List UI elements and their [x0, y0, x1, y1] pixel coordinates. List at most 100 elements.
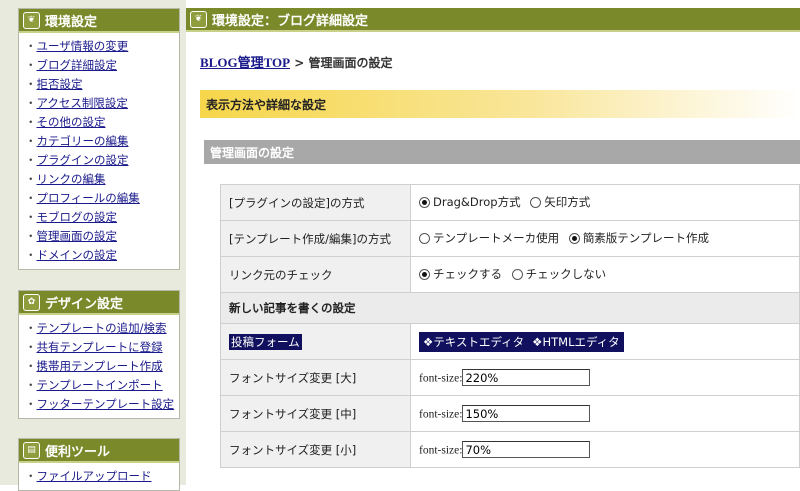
table-row: フォントサイズ変更 [大] font-size: [220, 359, 800, 396]
link-mobile-template[interactable]: 携帯用テンプレート作成 [37, 359, 163, 373]
tools-header: ▤ 便利ツール [19, 439, 179, 463]
section-title: 表示方法や詳細な設定 [200, 90, 800, 118]
text-editor-button[interactable]: ❖テキストエディタ [423, 334, 524, 350]
link-category[interactable]: カテゴリーの編集 [37, 134, 129, 148]
subsection-title: 管理画面の設定 [204, 140, 800, 164]
list-item: フッターテンプレート設定 [25, 395, 179, 414]
link-admin-screen[interactable]: 管理画面の設定 [37, 229, 118, 243]
link-plugin[interactable]: プラグインの設定 [37, 153, 129, 167]
row-label-font-small: フォントサイズ変更 [小] [220, 431, 411, 468]
row-value-template-method: テンプレートメーカ使用 簡素版テンプレート作成 [410, 220, 800, 257]
tools-box: ▤ 便利ツール ファイルアップロード [18, 438, 180, 491]
font-size-prefix: font-size: [419, 444, 463, 457]
list-item: 管理画面の設定 [25, 227, 179, 246]
page-title: 環境設定：ブログ詳細設定 [212, 13, 369, 29]
breadcrumb-separator: > [290, 56, 309, 70]
row-label-font-large: フォントサイズ変更 [大] [220, 359, 411, 396]
sidebar: ❦ 環境設定 ユーザ情報の変更 ブログ詳細設定 拒否設定 アクセス制限設定 その… [0, 0, 186, 491]
list-item: 共有テンプレートに登録 [25, 338, 179, 357]
list-item: モブログの設定 [25, 208, 179, 227]
row-label-plugin-method: [プラグインの設定]の方式 [220, 184, 411, 221]
text-editor-label: テキストエディタ [433, 334, 525, 349]
table-row: フォントサイズ変更 [小] font-size: [220, 431, 800, 468]
row-value-font-large: font-size: [410, 359, 800, 396]
design-settings-box: ✿ デザイン設定 テンプレートの追加/検索 共有テンプレートに登録 携帯用テンプ… [18, 290, 180, 419]
tools-list: ファイルアップロード [19, 463, 179, 490]
table-row: 投稿フォーム ❖テキストエディタ ❖HTMLエディタ [220, 323, 800, 360]
link-deny[interactable]: 拒否設定 [37, 77, 83, 91]
font-size-small-input[interactable] [462, 441, 591, 458]
row-value-font-medium: font-size: [410, 395, 800, 432]
html-editor-button[interactable]: ❖HTMLエディタ [532, 334, 620, 350]
radio-check-on[interactable]: チェックする [419, 266, 502, 282]
row-value-referrer-check: チェックする チェックしない [410, 256, 800, 293]
leaf-icon: ❦ [23, 11, 40, 29]
link-links[interactable]: リンクの編集 [37, 172, 106, 186]
link-shared-template[interactable]: 共有テンプレートに登録 [37, 340, 163, 354]
table-row: [プラグインの設定]の方式 Drag&Drop方式 矢印方式 [220, 184, 800, 221]
palette-icon: ✿ [23, 293, 40, 311]
radio-dot[interactable] [419, 268, 430, 280]
list-item: プラグインの設定 [25, 151, 179, 170]
link-other[interactable]: その他の設定 [37, 115, 106, 129]
tools-title: 便利ツール [45, 444, 111, 460]
list-item: アクセス制限設定 [25, 94, 179, 113]
link-template-import[interactable]: テンプレートインポート [37, 378, 163, 392]
radio-label: 矢印方式 [544, 195, 591, 210]
row-value-post-form: ❖テキストエディタ ❖HTMLエディタ [410, 323, 800, 360]
link-file-upload[interactable]: ファイルアップロード [37, 469, 152, 483]
link-user-info[interactable]: ユーザ情報の変更 [37, 39, 129, 53]
list-item: ファイルアップロード [25, 467, 179, 486]
link-access-limit[interactable]: アクセス制限設定 [37, 96, 128, 110]
radio-label: テンプレートメーカ使用 [433, 231, 560, 246]
list-item: リンクの編集 [25, 170, 179, 189]
breadcrumb: BLOG管理TOP > 管理画面の設定 [200, 52, 393, 71]
radio-label: Drag&Drop方式 [433, 195, 521, 210]
link-footer-template[interactable]: フッターテンプレート設定 [37, 397, 175, 411]
radio-arrow[interactable]: 矢印方式 [530, 194, 590, 210]
radio-label: 簡素版テンプレート作成 [582, 231, 709, 246]
link-template-add[interactable]: テンプレートの追加/検索 [37, 321, 167, 335]
radio-dot[interactable] [511, 268, 523, 280]
main-header: ❦ 環境設定：ブログ詳細設定 [186, 8, 800, 32]
link-blog-detail[interactable]: ブログ詳細設定 [37, 58, 118, 72]
radio-dot[interactable] [568, 232, 580, 244]
table-row: リンク元のチェック チェックする チェックしない [220, 256, 800, 293]
new-post-heading: 新しい記事を書くの設定 [220, 292, 800, 324]
radio-dot[interactable] [419, 232, 430, 244]
link-profile[interactable]: プロフィールの編集 [37, 191, 140, 205]
env-settings-list: ユーザ情報の変更 ブログ詳細設定 拒否設定 アクセス制限設定 その他の設定 カテ… [19, 33, 179, 269]
font-size-prefix: font-size: [419, 372, 463, 385]
table-row: フォントサイズ変更 [中] font-size: [220, 395, 800, 432]
table-row: [テンプレート作成/編集]の方式 テンプレートメーカ使用 簡素版テンプレート作成 [220, 220, 800, 257]
post-form-label: 投稿フォーム [229, 333, 302, 350]
env-settings-box: ❦ 環境設定 ユーザ情報の変更 ブログ詳細設定 拒否設定 アクセス制限設定 その… [18, 8, 180, 270]
list-item: ドメインの設定 [25, 246, 179, 265]
design-settings-header: ✿ デザイン設定 [19, 291, 179, 315]
font-size-medium-input[interactable] [462, 405, 591, 422]
radio-check-off[interactable]: チェックしない [511, 266, 607, 282]
radio-dot[interactable] [419, 196, 430, 208]
link-domain[interactable]: ドメインの設定 [37, 248, 118, 262]
radio-dragdrop[interactable]: Drag&Drop方式 [419, 194, 521, 210]
list-item: 携帯用テンプレート作成 [25, 357, 179, 376]
editor-toggle: ❖テキストエディタ ❖HTMLエディタ [419, 331, 624, 352]
table-row: 新しい記事を書くの設定 [220, 292, 800, 324]
font-size-prefix: font-size: [419, 408, 463, 421]
radio-label: チェックする [433, 267, 502, 282]
row-label-font-medium: フォントサイズ変更 [中] [220, 395, 411, 432]
row-value-font-small: font-size: [410, 431, 800, 468]
font-size-large-input[interactable] [462, 369, 591, 386]
list-item: プロフィールの編集 [25, 189, 179, 208]
radio-dot[interactable] [530, 196, 542, 208]
design-settings-title: デザイン設定 [45, 296, 124, 312]
leaf-icon: ❦ [190, 10, 207, 28]
radio-template-maker[interactable]: テンプレートメーカ使用 [419, 230, 559, 246]
radio-simple-template[interactable]: 簡素版テンプレート作成 [568, 230, 709, 246]
row-label-post-form: 投稿フォーム [220, 323, 411, 360]
link-moblog[interactable]: モブログの設定 [37, 210, 118, 224]
row-label-template-method: [テンプレート作成/編集]の方式 [220, 220, 411, 257]
list-item: ブログ詳細設定 [25, 56, 179, 75]
breadcrumb-link-top[interactable]: BLOG管理TOP [200, 55, 290, 70]
radio-label: チェックしない [525, 267, 607, 282]
